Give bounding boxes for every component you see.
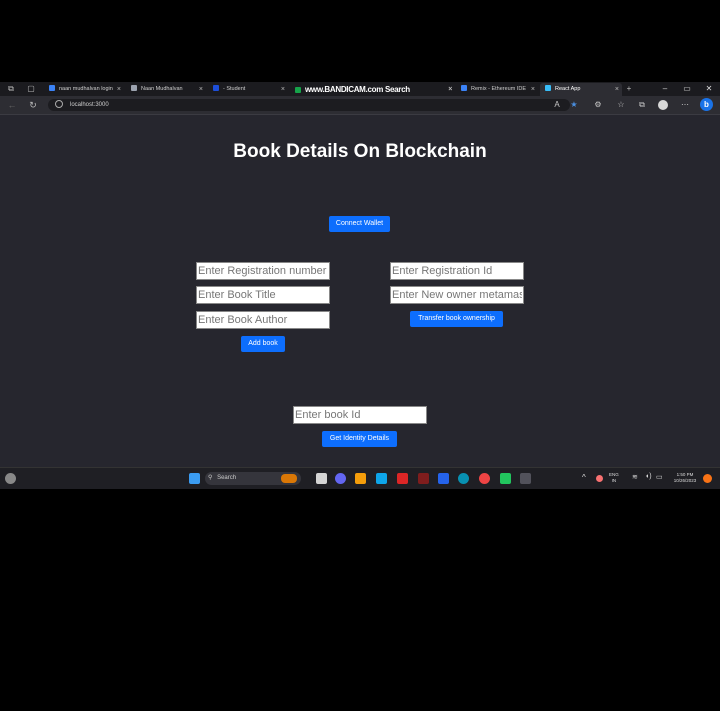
close-tab-icon[interactable]: × xyxy=(448,83,452,96)
tab-label: React App xyxy=(555,86,581,92)
language-indicator[interactable]: ENG IN xyxy=(609,472,619,484)
extensions-icon[interactable]: ⚙ xyxy=(593,100,603,110)
tab-favicon-icon xyxy=(295,87,301,93)
tab-label: naan mudhalvan login xyxy=(59,86,113,92)
chat-icon[interactable] xyxy=(335,473,346,484)
new-owner-address-input[interactable] xyxy=(390,286,524,304)
wifi-icon[interactable]: ≋ xyxy=(632,473,638,481)
tab-label: Naan Mudhalvan xyxy=(141,86,183,92)
clock-date: 10/26/2023 xyxy=(673,478,697,483)
close-tab-icon[interactable]: × xyxy=(117,83,121,96)
tab-naan-mudhalvan[interactable]: Naan Mudhalvan × xyxy=(126,83,206,96)
tab-label: Remix - Ethereum IDE xyxy=(471,86,527,92)
tab-favicon-icon xyxy=(49,85,55,91)
search-icon: ⚲ xyxy=(208,475,213,481)
file-explorer-icon[interactable] xyxy=(355,473,366,484)
region-code: IN xyxy=(611,478,617,483)
collections-icon[interactable]: ⧉ xyxy=(637,100,647,110)
screen: ⧉ ▢ naan mudhalvan login × Naan Mudhalvan… xyxy=(0,82,720,489)
taskbar: ⚲ Search ^ ENG IN ≋ ◖) ▭ 1:50 PM 10/26/2… xyxy=(0,467,720,489)
chrome-icon[interactable] xyxy=(479,473,490,484)
close-window-icon[interactable]: ✕ xyxy=(702,82,716,96)
tab-label: - Student xyxy=(223,86,246,92)
browser-tab-bar: ⧉ ▢ naan mudhalvan login × Naan Mudhalvan… xyxy=(0,82,720,96)
node-icon[interactable] xyxy=(500,473,511,484)
tab-bandicam-search[interactable]: www.BANDICAM.com Search × xyxy=(290,83,455,96)
taskbar-search-label: Search xyxy=(217,475,237,481)
terminal-icon[interactable] xyxy=(520,473,531,484)
address-bar[interactable]: localhost:3000 A xyxy=(48,99,570,111)
vscode-icon[interactable] xyxy=(438,473,449,484)
url-text: localhost:3000 xyxy=(70,102,109,108)
tab-label: www.BANDICAM.com Search xyxy=(305,85,410,94)
battery-icon[interactable]: ▭ xyxy=(656,473,663,481)
volume-icon[interactable]: ◖) xyxy=(645,473,652,480)
favorite-star-icon[interactable]: ★ xyxy=(569,100,579,110)
get-identity-details-button[interactable]: Get Identity Details xyxy=(322,431,397,447)
close-tab-icon[interactable]: × xyxy=(281,83,285,96)
add-book-button[interactable]: Add book xyxy=(241,336,285,352)
back-icon[interactable]: ← xyxy=(6,99,18,111)
reload-icon[interactable]: ↻ xyxy=(27,99,39,111)
clock[interactable]: 1:50 PM 10/26/2023 xyxy=(668,472,702,484)
transfer-registration-id-input[interactable] xyxy=(390,262,524,280)
tab-naan-mudhalvan-login[interactable]: naan mudhalvan login × xyxy=(44,83,124,96)
connect-wallet-button[interactable]: Connect Wallet xyxy=(329,216,390,232)
site-info-icon[interactable] xyxy=(55,100,63,108)
book-title-input[interactable] xyxy=(196,286,330,304)
profile-avatar[interactable] xyxy=(658,100,668,110)
search-highlight-icon xyxy=(281,474,297,483)
book-author-input[interactable] xyxy=(196,311,330,329)
start-icon[interactable] xyxy=(189,473,200,484)
tab-remix-ide[interactable]: Remix - Ethereum IDE × xyxy=(456,83,538,96)
tray-overflow-icon[interactable]: ^ xyxy=(582,473,586,482)
workspaces-icon[interactable]: ⧉ xyxy=(6,84,16,94)
tab-student[interactable]: - Student × xyxy=(208,83,288,96)
page-content: Book Details On Blockchain Connect Walle… xyxy=(0,115,720,467)
tab-favicon-icon xyxy=(461,85,467,91)
registration-number-input[interactable] xyxy=(196,262,330,280)
tray-app-icon[interactable] xyxy=(596,475,603,482)
tab-favicon-icon xyxy=(131,85,137,91)
close-tab-icon[interactable]: × xyxy=(199,83,203,96)
restore-icon[interactable]: ▭ xyxy=(680,82,694,96)
tab-actions-icon[interactable]: ▢ xyxy=(26,84,36,94)
book-id-input[interactable] xyxy=(293,406,427,424)
favorites-icon[interactable]: ☆ xyxy=(616,100,626,110)
taskbar-search[interactable]: ⚲ Search xyxy=(205,472,301,485)
weather-icon[interactable] xyxy=(5,473,16,484)
tab-react-app[interactable]: React App × xyxy=(540,83,622,96)
minimize-icon[interactable]: – xyxy=(658,82,672,96)
page-title: Book Details On Blockchain xyxy=(233,141,487,162)
more-options-icon[interactable]: ⋯ xyxy=(680,100,690,110)
tab-favicon-icon xyxy=(213,85,219,91)
read-aloud-icon[interactable]: A xyxy=(552,100,562,110)
notification-icon[interactable] xyxy=(703,474,712,483)
tab-favicon-icon xyxy=(545,85,551,91)
recording-app-icon[interactable] xyxy=(418,473,429,484)
browser-toolbar: ← ↻ localhost:3000 A ★ ⚙ ☆ ⧉ ⋯ b xyxy=(0,96,720,115)
security-app-icon[interactable] xyxy=(397,473,408,484)
app-l-icon[interactable] xyxy=(376,473,387,484)
new-tab-button[interactable]: + xyxy=(624,84,634,94)
close-tab-icon[interactable]: × xyxy=(615,83,619,96)
bing-copilot-icon[interactable]: b xyxy=(700,98,713,111)
task-view-icon[interactable] xyxy=(316,473,327,484)
close-tab-icon[interactable]: × xyxy=(531,83,535,96)
edge-browser-icon[interactable] xyxy=(458,473,469,484)
transfer-ownership-button[interactable]: Transfer book ownership xyxy=(410,311,503,327)
